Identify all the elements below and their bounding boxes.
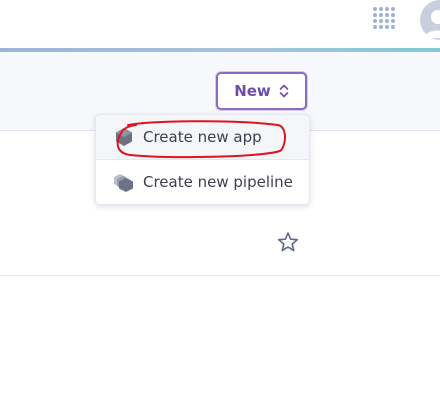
menu-item-label: Create new pipeline: [143, 173, 293, 191]
stacked-hexagons-pipeline-icon: [114, 174, 133, 192]
new-dropdown-menu: Create new app Create new pipeline: [95, 114, 310, 205]
menu-item-create-new-app[interactable]: Create new app: [96, 115, 309, 159]
user-avatar-icon[interactable]: [418, 0, 440, 40]
new-button-label: New: [234, 82, 271, 100]
hexagon-app-icon: [116, 128, 132, 146]
favorite-star-icon[interactable]: [277, 231, 299, 253]
menu-item-create-new-pipeline[interactable]: Create new pipeline: [96, 160, 309, 204]
new-button[interactable]: New: [216, 72, 307, 110]
top-bar: [0, 0, 440, 48]
list-row-divider: [0, 275, 440, 276]
apps-grid-icon[interactable]: [373, 7, 397, 31]
chevron-up-down-icon: [279, 84, 289, 98]
menu-item-label: Create new app: [143, 128, 262, 146]
